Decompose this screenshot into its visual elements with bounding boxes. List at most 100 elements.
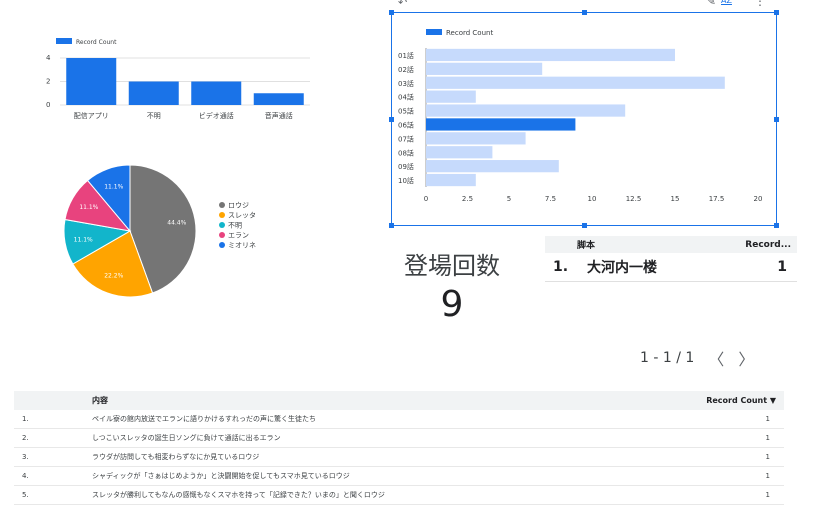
table-row[interactable]: 1. ペイル寮の館内放送でエランに語りかけるすれっだの声に驚く生徒たち 1 <box>14 410 784 429</box>
y-tick-label: 03話 <box>398 79 414 88</box>
row-count: 1 <box>765 491 770 499</box>
row-count: 1 <box>765 472 770 480</box>
column-header-record-count[interactable]: Record Count ▼ <box>706 396 784 405</box>
y-tick-label: 08話 <box>398 148 414 157</box>
pencil-icon[interactable]: ✎ <box>706 0 716 8</box>
legend-swatch <box>219 202 225 208</box>
category-bar-chart: Record Count 0 2 4 配信アプリ 不明 ビデオ通話 音声通話 <box>46 38 310 120</box>
legend-swatch <box>219 242 225 248</box>
x-tick-label: 2.5 <box>462 195 473 203</box>
x-tick-label: 12.5 <box>626 195 642 203</box>
y-tick-label: 01話 <box>398 51 414 60</box>
x-tick-label: 17.5 <box>709 195 725 203</box>
bar[interactable] <box>253 93 304 105</box>
legend-label: ミオリネ <box>228 242 256 250</box>
bar[interactable] <box>426 173 476 187</box>
x-tick-label: 15 <box>671 195 680 203</box>
bar[interactable] <box>426 62 543 75</box>
row-count: 1 <box>777 259 787 275</box>
writer-table: 脚本 Record... 1. 大河内一楼 1 <box>545 236 797 282</box>
y-tick-label: 2 <box>46 78 50 86</box>
scorecard-label: 登場回数 <box>404 252 500 280</box>
y-tick-label: 10話 <box>398 176 414 185</box>
y-tick-label: 06話 <box>398 120 414 129</box>
legend-swatch <box>219 212 225 218</box>
x-tick-label: 20 <box>754 195 763 203</box>
row-content: ペイル寮の館内放送でエランに語りかけるすれっだの声に驚く生徒たち <box>92 415 316 423</box>
more-vert-icon[interactable]: ⋮ <box>754 0 766 8</box>
row-content: スレッタが勝利してもなんの感慨もなくスマホを持って「記録できた？いまの」と聞くロ… <box>92 491 385 499</box>
legend-swatch <box>56 38 72 44</box>
table-header: 脚本 Record... <box>545 236 797 253</box>
y-tick-label: 02話 <box>398 65 414 74</box>
x-tick-label: ビデオ通話 <box>199 111 234 120</box>
y-tick-label: 07話 <box>398 134 414 143</box>
legend-swatch <box>219 222 225 228</box>
column-header-count[interactable]: Record... <box>745 240 797 250</box>
bar[interactable] <box>426 118 576 131</box>
row-number: 1. <box>553 259 569 275</box>
row-number: 2. <box>22 434 29 442</box>
bar[interactable] <box>191 81 242 106</box>
y-tick-label: 4 <box>46 54 51 62</box>
x-tick-label: 0 <box>424 195 428 203</box>
column-header-content[interactable]: 内容 <box>92 395 706 406</box>
bar[interactable] <box>426 132 526 145</box>
slice-label: 22.2% <box>104 273 123 280</box>
row-number: 5. <box>22 491 29 499</box>
row-count: 1 <box>765 453 770 461</box>
bar[interactable] <box>426 90 476 103</box>
x-tick-label: 5 <box>507 195 511 203</box>
bar[interactable] <box>66 58 117 105</box>
row-content: しつこいスレッタの誕生日ソングに負けて通話に出るエラン <box>92 434 281 442</box>
legend-label: ロウジ <box>228 202 249 210</box>
legend-label: エラン <box>228 232 249 240</box>
scorecard-value: 9 <box>440 284 464 325</box>
row-number: 3. <box>22 453 29 461</box>
row-content: ラウダが訪問しても相変わらずなにか見ているロウジ <box>92 453 260 461</box>
episode-bar-chart: Record Count 01話 02話 03話 04話 05話 06話 07話 08話 09話 1… <box>398 29 763 203</box>
next-page-button[interactable]: 〉 <box>738 346 754 370</box>
row-writer: 大河内一楼 <box>587 260 657 276</box>
legend-label: Record Count <box>76 39 117 46</box>
x-tick-label: 不明 <box>147 112 161 120</box>
x-tick-label: 10 <box>588 195 597 203</box>
slice-label: 11.1% <box>79 204 98 211</box>
speaker-pie-chart: 44.4% 22.2% 11.1% 11.1% 11.1% ロウジスレッタ不明エランミオリ… <box>63 164 256 298</box>
bar[interactable] <box>426 104 626 117</box>
row-content: シャディックが「さぁはじめようか」と決闘開始を促してもスマホ見ているロウジ <box>92 472 350 480</box>
legend-swatch <box>219 232 225 238</box>
pagination: 1 - 1 / 1 〈 〉 <box>640 346 754 370</box>
bar[interactable] <box>128 81 179 106</box>
column-header-writer[interactable]: 脚本 <box>545 238 745 251</box>
table-row[interactable]: 4. シャディックが「さぁはじめようか」と決闘開始を促してもスマホ見ているロウジ… <box>14 467 784 486</box>
bar[interactable] <box>426 76 725 89</box>
row-number: 4. <box>22 472 29 480</box>
table-row[interactable]: 1. 大河内一楼 1 <box>545 253 797 282</box>
pagination-range: 1 - 1 / 1 <box>640 350 695 366</box>
bar[interactable] <box>426 146 493 159</box>
row-count: 1 <box>765 434 770 442</box>
bar[interactable] <box>426 160 559 173</box>
row-count: 1 <box>765 415 770 423</box>
sort-az-icon[interactable]: AZ <box>721 0 732 5</box>
table-row[interactable]: 5. スレッタが勝利してもなんの感慨もなくスマホを持って「記録できた？いまの」と… <box>14 486 784 505</box>
table-row[interactable]: 3. ラウダが訪問しても相変わらずなにか見ているロウジ 1 <box>14 448 784 467</box>
legend-label: スレッタ <box>228 211 256 220</box>
y-tick-label: 09話 <box>398 162 414 171</box>
prev-page-button[interactable]: 〈 <box>708 346 724 370</box>
bar[interactable] <box>426 48 675 62</box>
legend-label: Record Count <box>446 29 493 37</box>
table-row[interactable]: 2. しつこいスレッタの誕生日ソングに負けて通話に出るエラン 1 <box>14 429 784 448</box>
slice-label: 11.1% <box>74 236 93 243</box>
y-tick-label: 05話 <box>398 107 414 116</box>
legend-swatch <box>426 29 442 35</box>
table-header: 内容 Record Count ▼ <box>14 391 784 410</box>
row-number: 1. <box>22 415 29 423</box>
legend-label: 不明 <box>228 222 242 230</box>
reset-icon[interactable]: ↶ <box>398 0 407 9</box>
slice-label: 44.4% <box>167 220 186 227</box>
y-tick-label: 04話 <box>398 93 414 102</box>
y-tick-label: 0 <box>46 101 50 109</box>
slice-label: 11.1% <box>104 183 123 190</box>
